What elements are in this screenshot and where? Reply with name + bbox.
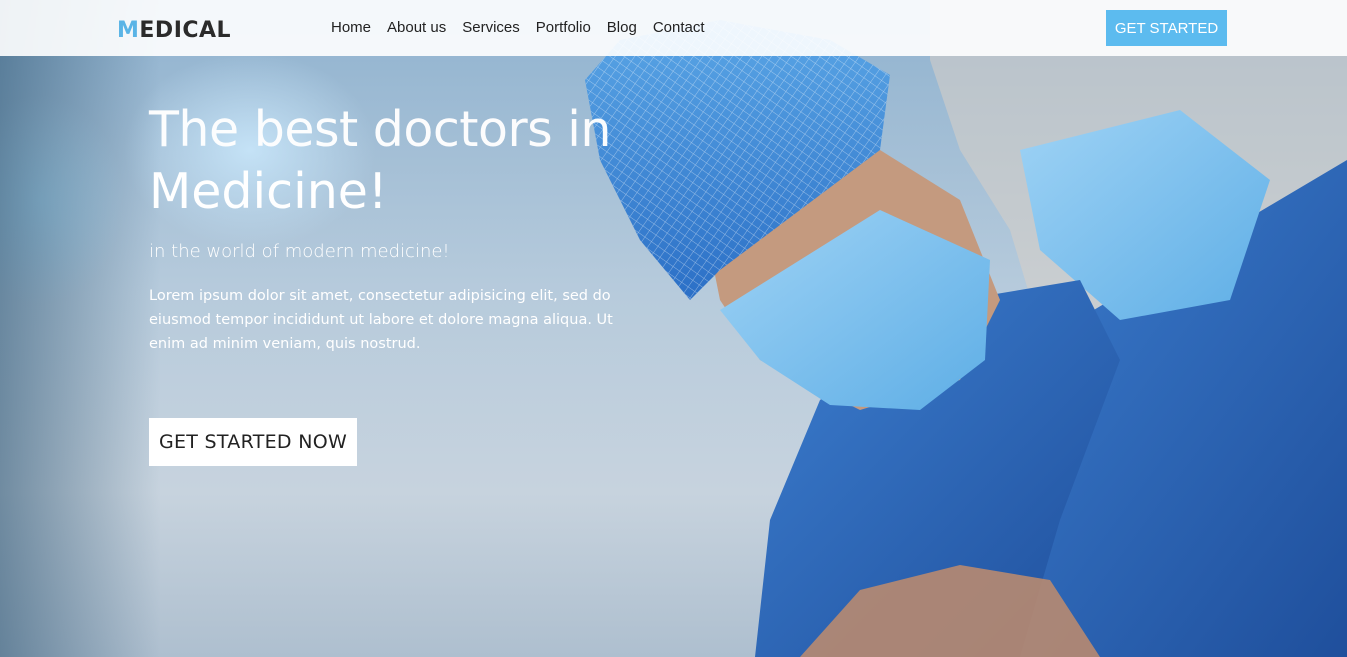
brand-logo[interactable]: MEDICAL [117,18,231,43]
nav-services-link[interactable]: Services [462,19,520,36]
logo-first-letter: M [117,18,140,43]
nav-portfolio-link[interactable]: Portfolio [536,19,591,36]
hero-title-line2: Medicine! [149,163,388,220]
top-navbar: MEDICAL Home About us Services Portfolio… [0,0,1347,56]
nav-contact-link[interactable]: Contact [653,19,705,36]
hero-title: The best doctors in Medicine! [149,98,611,224]
hero-description: Lorem ipsum dolor sit amet, consectetur … [149,288,613,352]
hero-subtitle: in the world of modern medicine! [149,241,450,262]
nav-blog-link[interactable]: Blog [607,19,637,36]
hero-title-line1: The best doctors in [149,101,611,158]
get-started-button[interactable]: GET STARTED [1106,10,1227,46]
logo-rest: EDICAL [139,18,232,43]
nav-home-link[interactable]: Home [331,19,371,36]
get-started-now-button[interactable]: GET STARTED NOW [149,418,357,466]
nav-about-link[interactable]: About us [387,19,446,36]
main-nav: Home About us Services Portfolio Blog Co… [331,19,721,36]
